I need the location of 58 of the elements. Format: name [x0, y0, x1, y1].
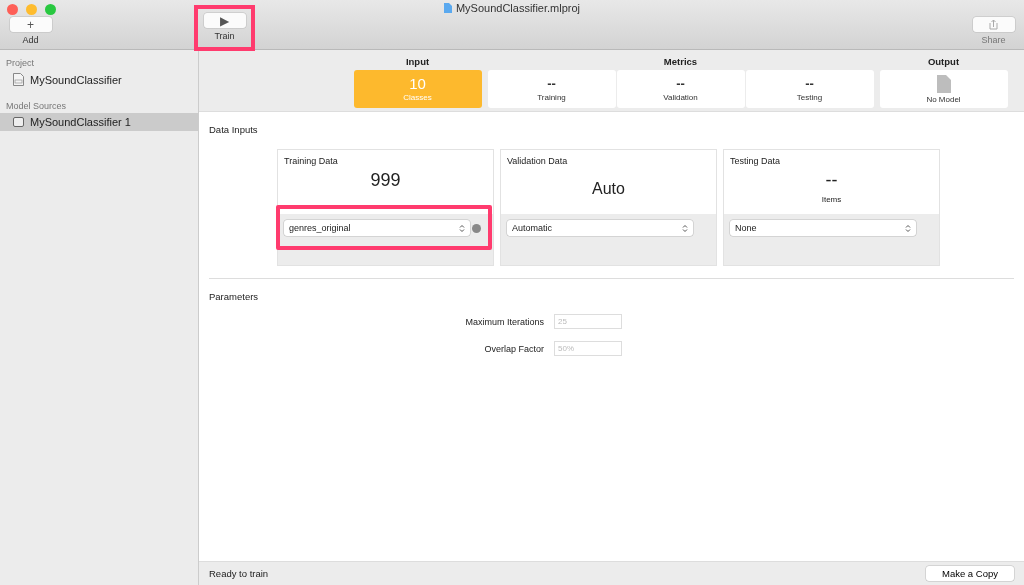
- sidebar-item[interactable]: MySoundClassifier 1: [0, 113, 198, 131]
- summary-card[interactable]: -- Training: [487, 70, 616, 108]
- summary-card[interactable]: No Model: [879, 70, 1008, 108]
- info-icon[interactable]: [472, 224, 481, 233]
- toolbar-label: Train: [214, 31, 235, 41]
- copy-button[interactable]: Make a Copy: [926, 566, 1014, 581]
- group-title: Metrics: [663, 56, 698, 67]
- train-button[interactable]: ▶: [203, 13, 246, 28]
- dropdown[interactable]: genres_original: [284, 220, 470, 236]
- toolbar-item[interactable]: ▶ Train: [200, 11, 249, 45]
- dropdown[interactable]: None: [730, 220, 916, 236]
- add-button[interactable]: +: [9, 17, 52, 32]
- card-value: Auto: [592, 180, 625, 198]
- card-value: --: [547, 76, 556, 91]
- sidebar-heading: Model Sources: [5, 100, 68, 113]
- field-label: Overlap Factor: [483, 343, 544, 354]
- share-icon: [989, 19, 998, 30]
- document-icon: [13, 73, 24, 86]
- card-value: --: [676, 76, 685, 91]
- card-label: Validation: [663, 93, 698, 102]
- card-value: --: [825, 170, 838, 191]
- card-value: 10: [409, 76, 426, 91]
- card-value: --: [805, 76, 814, 91]
- dropdown[interactable]: Automatic: [507, 220, 693, 236]
- card-title: Validation Data: [507, 156, 569, 166]
- card-label: Classes: [403, 93, 432, 102]
- sidebar-item[interactable]: MySoundClassifier: [0, 70, 198, 89]
- file-icon: [936, 74, 951, 93]
- document-icon: [443, 3, 452, 13]
- section-title: Data Inputs: [209, 124, 259, 135]
- close-button[interactable]: [7, 4, 18, 15]
- summary-card[interactable]: -- Validation: [616, 70, 745, 108]
- group-title: Output: [927, 56, 960, 67]
- toolbar-label: Add: [22, 35, 39, 45]
- group-title: Input: [405, 56, 430, 67]
- summary-card[interactable]: -- Testing: [745, 70, 874, 108]
- field-label: Maximum Iterations: [464, 316, 544, 327]
- chevron-icon: [682, 223, 688, 233]
- input-field[interactable]: 25: [554, 314, 622, 329]
- card-label: Training: [537, 93, 566, 102]
- chevron-icon: [459, 223, 465, 233]
- toolbar-item[interactable]: + Add: [6, 17, 55, 45]
- card-title: Testing Data: [730, 156, 782, 166]
- card-value: 999: [370, 170, 401, 191]
- card-caption: Items: [821, 195, 842, 204]
- window-title: MySoundClassifier.mlproj: [455, 2, 581, 14]
- card-label: No Model: [926, 94, 961, 104]
- model-icon: [13, 117, 24, 127]
- chevron-icon: [905, 223, 911, 233]
- zoom-button[interactable]: [45, 4, 56, 15]
- section-title: Parameters: [209, 291, 260, 302]
- sidebar-heading: Project: [5, 57, 35, 70]
- minimize-button[interactable]: [26, 4, 37, 15]
- input-field[interactable]: 50%: [554, 341, 622, 356]
- card-title: Training Data: [284, 156, 339, 166]
- card-label: Testing: [796, 93, 823, 102]
- toolbar-label: Share: [981, 35, 1006, 45]
- status-text: Ready to train: [209, 568, 269, 579]
